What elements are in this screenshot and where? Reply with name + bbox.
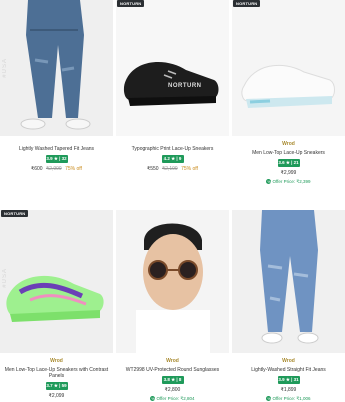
- brand-badge: NORTURN: [117, 0, 145, 7]
- product-image[interactable]: NORTURN NORTURN: [116, 0, 229, 136]
- price: ₹2,999: [280, 170, 297, 176]
- brand-name: Wrod: [166, 358, 179, 364]
- brand-name: Wrod: [282, 141, 295, 147]
- product-name[interactable]: Men Low-Top Lace-Up Sneakers with Contra…: [0, 367, 113, 379]
- brand-name: Wrod: [50, 358, 63, 364]
- rating-badge: 3.6 ★ | 21: [277, 159, 300, 167]
- product-card-5[interactable]: Wrod WT2998 UV-Protected Round Sunglasse…: [116, 210, 229, 402]
- product-image[interactable]: [232, 210, 345, 353]
- jeans-photo: [0, 0, 113, 136]
- product-name[interactable]: Typographic Print Lace-Up Sneakers: [116, 146, 229, 152]
- rating-badge: 4.2 ★ | 9: [161, 155, 184, 163]
- product-name[interactable]: WT2998 UV-Protected Round Sunglasses: [116, 367, 229, 373]
- price-line: ₹2,800: [116, 387, 229, 393]
- price: ₹2,099: [48, 393, 65, 399]
- white-sneaker-photo: [232, 0, 345, 136]
- offer-price: % Offer Price: ₹2,399: [266, 179, 311, 185]
- sunglasses-model-photo: [116, 210, 229, 353]
- product-grid: #USA Lightly Washed Tapered Fit Jeans 3.…: [0, 0, 345, 402]
- price-line: ₹2,099: [0, 393, 113, 399]
- watermark: #USA: [2, 268, 8, 288]
- rating-badge: 3.7 ★ | 59: [45, 382, 68, 390]
- price-line: ₹1,899: [232, 387, 345, 393]
- rating-badge: 3.9 ★ | 31: [277, 376, 300, 384]
- offer-tag-icon: %: [266, 179, 272, 185]
- product-name[interactable]: Lightly Washed Tapered Fit Jeans: [0, 146, 113, 152]
- discount: 75% off: [181, 166, 198, 172]
- rating-badge: 3.8 ★ | 8: [161, 376, 184, 384]
- product-image[interactable]: NORTURN: [232, 0, 345, 136]
- offer-price: % Offer Price: ₹1,006: [266, 396, 311, 402]
- price-line: ₹2,999: [232, 170, 345, 176]
- product-card-2[interactable]: NORTURN NORTURN Typographic Print Lace-U…: [116, 0, 229, 172]
- sneaker-photo: [116, 0, 229, 136]
- product-name[interactable]: Men Low-Top Lace-Up Sneakers: [232, 150, 345, 156]
- product-image[interactable]: [116, 210, 229, 353]
- shoe-print-text: NORTURN: [168, 83, 202, 89]
- price: ₹1,899: [280, 387, 297, 393]
- price-line: ₹600 ₹2,999 75% off: [0, 166, 113, 172]
- jeans-photo: [232, 210, 345, 353]
- discount: 75% off: [65, 166, 82, 172]
- mrp: ₹2,199: [161, 166, 178, 172]
- product-card-3[interactable]: NORTURN Wrod Men Low-Top Lace-Up Sneaker…: [232, 0, 345, 185]
- green-sneaker-photo: [0, 210, 113, 353]
- price: ₹600: [31, 166, 43, 172]
- watermark: #USA: [2, 58, 8, 78]
- product-card-4[interactable]: NORTURN #USA Wrod Men Low-Top Lace-Up Sn…: [0, 210, 113, 399]
- brand-badge: NORTURN: [1, 210, 29, 217]
- product-name[interactable]: Lightly-Washed Straight Fit Jeans: [232, 367, 345, 373]
- product-image[interactable]: #USA: [0, 0, 113, 136]
- offer-tag-icon: %: [266, 396, 272, 402]
- mrp: ₹2,999: [45, 166, 62, 172]
- brand-name: Wrod: [282, 358, 295, 364]
- price: ₹2,800: [164, 387, 181, 393]
- price: ₹550: [147, 166, 159, 172]
- offer-price: % Offer Price: ₹2,804: [150, 396, 195, 402]
- product-card-6[interactable]: Wrod Lightly-Washed Straight Fit Jeans 3…: [232, 210, 345, 402]
- price-line: ₹550 ₹2,199 75% off: [116, 166, 229, 172]
- brand-badge: NORTURN: [233, 0, 261, 7]
- rating-badge: 3.9 ★ | 32: [45, 155, 68, 163]
- product-card-1[interactable]: #USA Lightly Washed Tapered Fit Jeans 3.…: [0, 0, 113, 172]
- offer-tag-icon: %: [150, 396, 156, 402]
- product-image[interactable]: NORTURN #USA: [0, 210, 113, 353]
